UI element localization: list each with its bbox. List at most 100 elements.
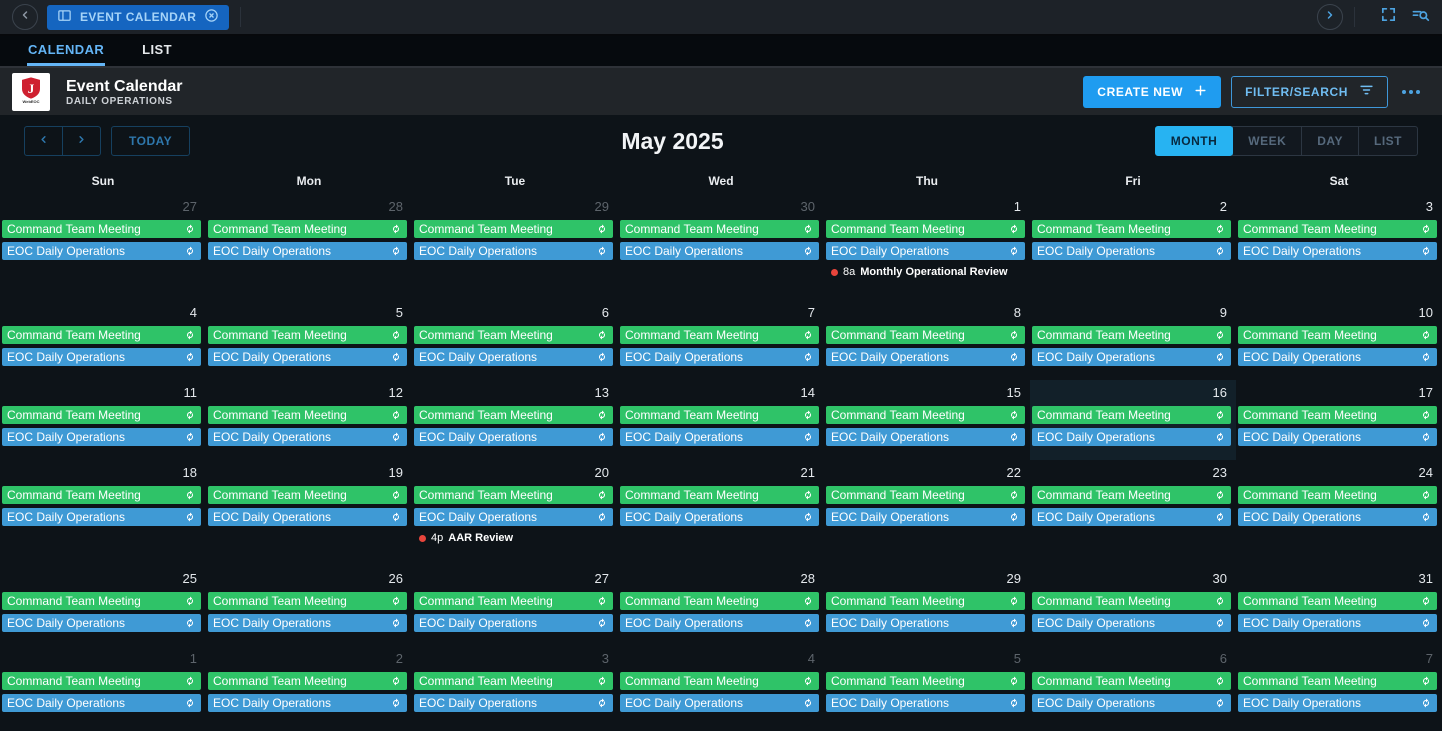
event-bar[interactable]: EOC Daily Operations <box>620 242 819 260</box>
day-cell[interactable]: 5Command Team MeetingEOC Daily Operation… <box>206 300 412 380</box>
event-bar[interactable]: EOC Daily Operations <box>2 242 201 260</box>
event-bar[interactable]: EOC Daily Operations <box>620 348 819 366</box>
event-bar[interactable]: Command Team Meeting <box>826 406 1025 424</box>
event-bar[interactable]: Command Team Meeting <box>2 672 201 690</box>
event-bar[interactable]: Command Team Meeting <box>620 486 819 504</box>
event-bar[interactable]: EOC Daily Operations <box>620 614 819 632</box>
event-bar[interactable]: EOC Daily Operations <box>1238 614 1437 632</box>
day-cell[interactable]: 22Command Team MeetingEOC Daily Operatio… <box>824 460 1030 566</box>
day-cell[interactable]: 7Command Team MeetingEOC Daily Operation… <box>618 300 824 380</box>
event-bar[interactable]: Command Team Meeting <box>208 672 407 690</box>
event-bar[interactable]: Command Team Meeting <box>1238 220 1437 238</box>
event-bar[interactable]: Command Team Meeting <box>1238 592 1437 610</box>
day-cell[interactable]: 28Command Team MeetingEOC Daily Operatio… <box>206 194 412 300</box>
day-cell[interactable]: 2Command Team MeetingEOC Daily Operation… <box>206 646 412 730</box>
day-cell[interactable]: 13Command Team MeetingEOC Daily Operatio… <box>412 380 618 460</box>
event-bar[interactable]: EOC Daily Operations <box>620 428 819 446</box>
event-bar[interactable]: Command Team Meeting <box>414 326 613 344</box>
day-cell[interactable]: 18Command Team MeetingEOC Daily Operatio… <box>0 460 206 566</box>
event-bar[interactable]: Command Team Meeting <box>1238 406 1437 424</box>
event-bar[interactable]: EOC Daily Operations <box>414 614 613 632</box>
event-bar[interactable]: Command Team Meeting <box>620 220 819 238</box>
view-month-button[interactable]: MONTH <box>1155 126 1234 156</box>
event-bar[interactable]: Command Team Meeting <box>2 486 201 504</box>
event-bar[interactable]: EOC Daily Operations <box>620 508 819 526</box>
day-cell[interactable]: 1Command Team MeetingEOC Daily Operation… <box>0 646 206 730</box>
event-bar[interactable]: Command Team Meeting <box>1238 486 1437 504</box>
event-bar[interactable]: Command Team Meeting <box>208 220 407 238</box>
day-cell[interactable]: 6Command Team MeetingEOC Daily Operation… <box>1030 646 1236 730</box>
subtab-list[interactable]: LIST <box>141 36 173 66</box>
event-bar[interactable]: Command Team Meeting <box>620 406 819 424</box>
timed-event[interactable]: 8aMonthly Operational Review <box>824 264 1030 278</box>
day-cell[interactable]: 10Command Team MeetingEOC Daily Operatio… <box>1236 300 1442 380</box>
event-bar[interactable]: Command Team Meeting <box>826 592 1025 610</box>
day-cell[interactable]: 21Command Team MeetingEOC Daily Operatio… <box>618 460 824 566</box>
day-cell[interactable]: 3Command Team MeetingEOC Daily Operation… <box>1236 194 1442 300</box>
event-bar[interactable]: Command Team Meeting <box>1032 486 1231 504</box>
event-bar[interactable]: Command Team Meeting <box>1032 406 1231 424</box>
day-cell[interactable]: 1Command Team MeetingEOC Daily Operation… <box>824 194 1030 300</box>
board-search-button[interactable] <box>1411 6 1430 28</box>
day-cell[interactable]: 30Command Team MeetingEOC Daily Operatio… <box>618 194 824 300</box>
day-cell[interactable]: 19Command Team MeetingEOC Daily Operatio… <box>206 460 412 566</box>
day-cell[interactable]: 14Command Team MeetingEOC Daily Operatio… <box>618 380 824 460</box>
event-bar[interactable]: Command Team Meeting <box>620 592 819 610</box>
event-bar[interactable]: Command Team Meeting <box>208 592 407 610</box>
event-bar[interactable]: EOC Daily Operations <box>208 428 407 446</box>
day-cell[interactable]: 27Command Team MeetingEOC Daily Operatio… <box>412 566 618 646</box>
day-cell[interactable]: 29Command Team MeetingEOC Daily Operatio… <box>824 566 1030 646</box>
event-bar[interactable]: Command Team Meeting <box>1032 592 1231 610</box>
event-bar[interactable]: EOC Daily Operations <box>2 428 201 446</box>
event-bar[interactable]: EOC Daily Operations <box>826 242 1025 260</box>
event-bar[interactable]: EOC Daily Operations <box>1238 428 1437 446</box>
event-bar[interactable]: EOC Daily Operations <box>1032 508 1231 526</box>
event-bar[interactable]: Command Team Meeting <box>208 326 407 344</box>
event-bar[interactable]: Command Team Meeting <box>2 326 201 344</box>
event-bar[interactable]: EOC Daily Operations <box>1032 694 1231 712</box>
event-bar[interactable]: EOC Daily Operations <box>826 508 1025 526</box>
event-bar[interactable]: Command Team Meeting <box>826 326 1025 344</box>
event-bar[interactable]: Command Team Meeting <box>2 406 201 424</box>
event-bar[interactable]: EOC Daily Operations <box>620 694 819 712</box>
day-cell[interactable]: 12Command Team MeetingEOC Daily Operatio… <box>206 380 412 460</box>
day-cell[interactable]: 4Command Team MeetingEOC Daily Operation… <box>618 646 824 730</box>
event-bar[interactable]: Command Team Meeting <box>208 406 407 424</box>
event-bar[interactable]: EOC Daily Operations <box>208 508 407 526</box>
event-bar[interactable]: EOC Daily Operations <box>826 348 1025 366</box>
event-bar[interactable]: EOC Daily Operations <box>2 348 201 366</box>
day-cell[interactable]: 8Command Team MeetingEOC Daily Operation… <box>824 300 1030 380</box>
event-bar[interactable]: Command Team Meeting <box>1032 672 1231 690</box>
event-bar[interactable]: EOC Daily Operations <box>414 508 613 526</box>
event-bar[interactable]: EOC Daily Operations <box>826 614 1025 632</box>
view-list-button[interactable]: LIST <box>1358 126 1418 156</box>
day-cell[interactable]: 11Command Team MeetingEOC Daily Operatio… <box>0 380 206 460</box>
event-bar[interactable]: EOC Daily Operations <box>2 508 201 526</box>
day-cell[interactable]: 5Command Team MeetingEOC Daily Operation… <box>824 646 1030 730</box>
event-bar[interactable]: Command Team Meeting <box>208 486 407 504</box>
prev-month-button[interactable] <box>24 126 63 156</box>
day-cell[interactable]: 3Command Team MeetingEOC Daily Operation… <box>412 646 618 730</box>
day-cell[interactable]: 6Command Team MeetingEOC Daily Operation… <box>412 300 618 380</box>
subtab-calendar[interactable]: CALENDAR <box>27 36 105 66</box>
event-bar[interactable]: EOC Daily Operations <box>1238 348 1437 366</box>
event-bar[interactable]: Command Team Meeting <box>414 220 613 238</box>
today-button[interactable]: TODAY <box>111 126 190 156</box>
event-bar[interactable]: Command Team Meeting <box>1032 220 1231 238</box>
day-cell[interactable]: 25Command Team MeetingEOC Daily Operatio… <box>0 566 206 646</box>
event-bar[interactable]: EOC Daily Operations <box>1032 614 1231 632</box>
event-bar[interactable]: Command Team Meeting <box>826 672 1025 690</box>
event-bar[interactable]: EOC Daily Operations <box>2 694 201 712</box>
event-bar[interactable]: Command Team Meeting <box>620 672 819 690</box>
event-bar[interactable]: Command Team Meeting <box>826 220 1025 238</box>
event-bar[interactable]: EOC Daily Operations <box>208 242 407 260</box>
event-bar[interactable]: Command Team Meeting <box>1238 672 1437 690</box>
day-cell[interactable]: 27Command Team MeetingEOC Daily Operatio… <box>0 194 206 300</box>
event-bar[interactable]: Command Team Meeting <box>1238 326 1437 344</box>
event-bar[interactable]: EOC Daily Operations <box>414 694 613 712</box>
day-cell[interactable]: 20Command Team MeetingEOC Daily Operatio… <box>412 460 618 566</box>
timed-event[interactable]: 4pAAR Review <box>412 530 618 544</box>
view-week-button[interactable]: WEEK <box>1232 126 1302 156</box>
event-bar[interactable]: EOC Daily Operations <box>826 694 1025 712</box>
event-bar[interactable]: EOC Daily Operations <box>1032 428 1231 446</box>
